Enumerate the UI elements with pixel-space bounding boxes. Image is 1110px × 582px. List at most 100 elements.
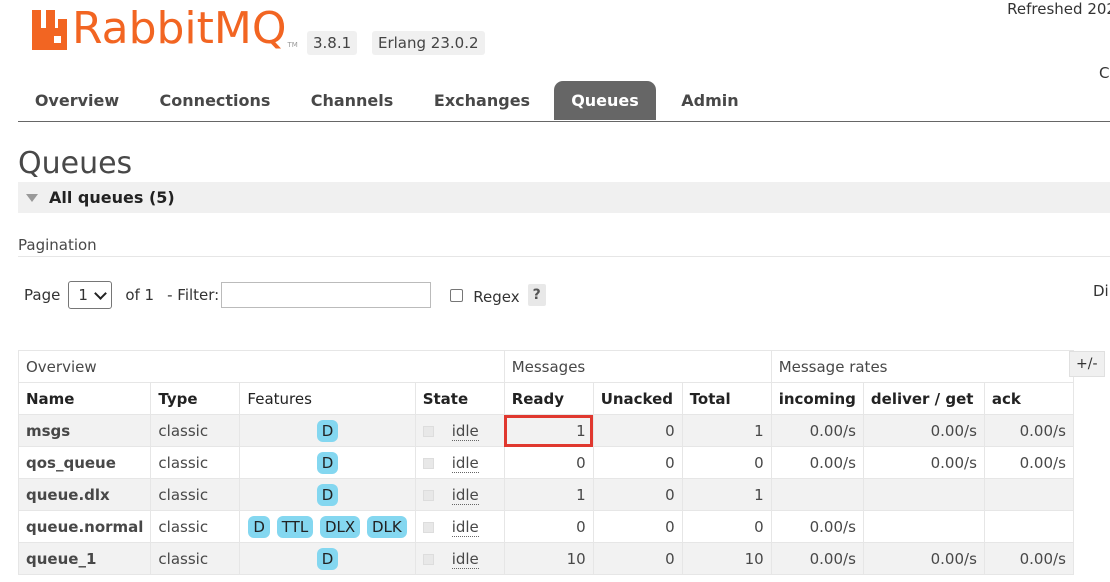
feature-badge: D (316, 419, 339, 442)
ready-count: 1 (503, 414, 594, 447)
group-header-message-rates: Message rates (770, 350, 1074, 383)
col-header-state[interactable]: State (414, 382, 505, 415)
page-count: of 1 (125, 286, 155, 304)
tab-admin[interactable]: Admin (668, 81, 752, 120)
queue-name-link[interactable]: queue_1 (17, 542, 152, 575)
tab-channels[interactable]: Channels (302, 81, 402, 120)
all-queues-section-toggle[interactable]: All queues (5) (18, 182, 1110, 213)
feature-badge: D (316, 451, 339, 474)
feature-badge: TTL (276, 515, 314, 538)
queue-features: D (239, 414, 416, 447)
feature-badge: DLK (366, 515, 407, 538)
deliver-get-rate (862, 478, 985, 511)
queue-name-link[interactable]: qos_queue (17, 446, 152, 479)
col-header-ack[interactable]: ack (983, 382, 1074, 415)
header-right-text: C (1099, 64, 1110, 82)
col-header-unacked[interactable]: Unacked (592, 382, 683, 415)
unacked-count: 0 (592, 542, 683, 575)
erlang-version-badge: Erlang 23.0.2 (372, 31, 485, 55)
tab-overview[interactable]: Overview (18, 81, 136, 120)
rabbitmq-logo[interactable]: RabbitMQ TM (30, 6, 298, 52)
chevron-down-icon (94, 287, 108, 300)
logo-text: RabbitMQ (72, 3, 287, 54)
feature-badge: DLX (319, 515, 361, 538)
unacked-count: 0 (592, 510, 683, 543)
queue-state: idle (414, 478, 505, 511)
ack-rate: 0.00/s (983, 446, 1074, 479)
queue-state: idle (414, 414, 505, 447)
queue-state: idle (414, 446, 505, 479)
section-title: All queues (5) (49, 188, 175, 207)
deliver-get-rate: 0.00/s (862, 414, 985, 447)
page-select-value: 1 (78, 286, 88, 304)
col-header-incoming[interactable]: incoming (770, 382, 864, 415)
state-label: idle (451, 485, 479, 505)
queue-state: idle (414, 510, 505, 543)
queue-name-link[interactable]: msgs (17, 414, 152, 447)
ready-count: 1 (503, 478, 594, 511)
queues-table: Overview Messages Message rates Name Typ… (17, 350, 1074, 575)
ack-rate: 0.00/s (983, 542, 1074, 575)
group-header-messages: Messages (503, 350, 772, 383)
deliver-get-rate: 0.00/s (862, 542, 985, 575)
state-label: idle (451, 517, 479, 537)
incoming-rate: 0.00/s (770, 414, 864, 447)
ack-rate (983, 478, 1074, 511)
refreshed-timestamp: Refreshed 2020-07 (1007, 0, 1110, 18)
feature-badge: D (316, 547, 339, 570)
col-header-features: Features (239, 382, 416, 415)
total-count: 10 (681, 542, 772, 575)
state-label: idle (451, 453, 479, 473)
col-header-total[interactable]: Total (681, 382, 772, 415)
queue-name-link[interactable]: queue.dlx (17, 478, 152, 511)
total-count: 1 (681, 478, 772, 511)
ready-count: 0 (503, 446, 594, 479)
filter-label: - Filter: (167, 286, 220, 304)
ready-count: 0 (503, 510, 594, 543)
queue-features: D (239, 478, 416, 511)
state-label: idle (451, 421, 479, 441)
queue-type: classic (150, 542, 241, 575)
queue-state: idle (414, 542, 505, 575)
incoming-rate: 0.00/s (770, 510, 864, 543)
unacked-count: 0 (592, 414, 683, 447)
queue-type: classic (150, 414, 241, 447)
col-header-ready[interactable]: Ready (503, 382, 594, 415)
col-header-type[interactable]: Type (150, 382, 241, 415)
table-row: queue.dlx classic D idle 1 0 1 (17, 478, 1074, 511)
regex-label: Regex (473, 288, 520, 306)
pagination-divider (18, 256, 1110, 257)
queue-type: classic (150, 478, 241, 511)
deliver-get-rate (862, 510, 985, 543)
total-count: 0 (681, 446, 772, 479)
state-indicator-icon (422, 425, 434, 437)
feature-badge: D (316, 483, 339, 506)
tab-connections[interactable]: Connections (148, 81, 282, 120)
column-toggle-button[interactable]: +/- (1069, 351, 1105, 377)
ready-count: 10 (503, 542, 594, 575)
incoming-rate: 0.00/s (770, 542, 864, 575)
incoming-rate: 0.00/s (770, 446, 864, 479)
table-row: msgs classic D idle 1 0 1 0.00/s 0.00/s … (17, 414, 1074, 447)
state-indicator-icon (422, 521, 434, 533)
queue-name-link[interactable]: queue.normal (17, 510, 152, 543)
deliver-get-rate: 0.00/s (862, 446, 985, 479)
table-row: queue_1 classic D idle 10 0 10 0.00/s 0.… (17, 542, 1074, 575)
filter-input[interactable] (221, 282, 432, 308)
tab-exchanges[interactable]: Exchanges (425, 81, 539, 120)
version-badge: 3.8.1 (307, 31, 358, 55)
col-header-name[interactable]: Name (17, 382, 152, 415)
regex-help-button[interactable]: ? (527, 284, 546, 306)
page-select[interactable]: 1 (68, 281, 113, 309)
collapse-triangle-icon (26, 193, 38, 202)
state-label: idle (451, 549, 479, 569)
regex-checkbox[interactable] (450, 288, 464, 302)
queue-features: D (239, 542, 416, 575)
table-row: queue.normal classic D TTL DLX DLK idle … (17, 510, 1074, 543)
pagination-right-text: Di (1093, 282, 1109, 300)
tab-queues[interactable]: Queues (554, 81, 656, 120)
queue-type: classic (150, 446, 241, 479)
queue-type: classic (150, 510, 241, 543)
total-count: 0 (681, 510, 772, 543)
col-header-deliver-get[interactable]: deliver / get (862, 382, 985, 415)
